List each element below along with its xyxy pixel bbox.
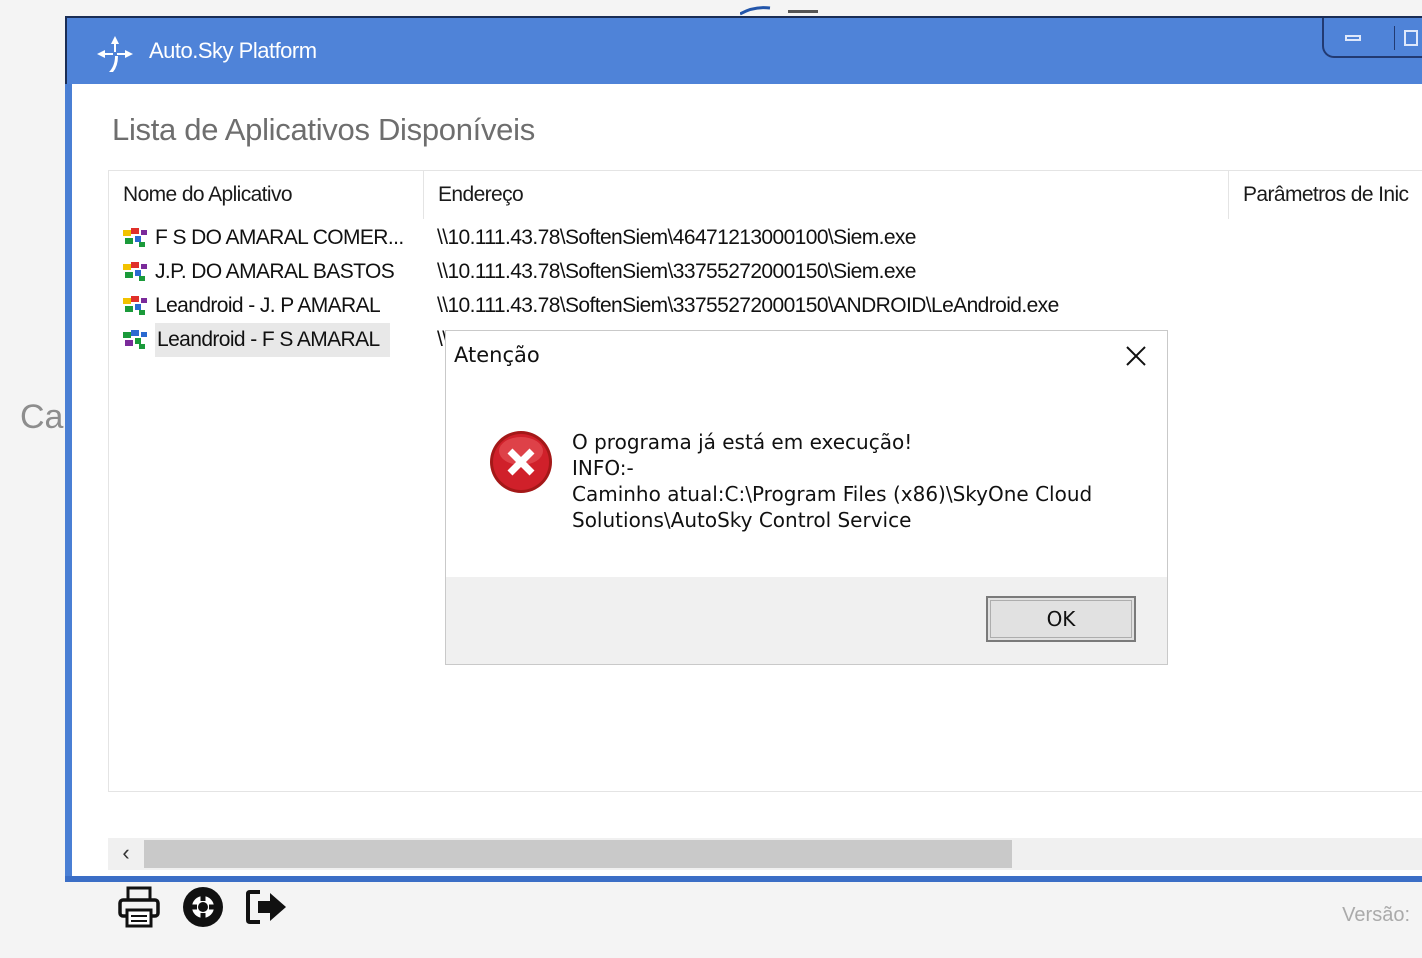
list-item-address: \\10.111.43.78\SoftenSiem\33755272000150… [437,294,1059,317]
dialog-message-line: Solutions\AutoSky Control Service [572,508,912,532]
window-controls [1322,18,1422,58]
list-item-name: J.P. DO AMARAL BASTOS [155,260,395,283]
horizontal-scrollbar[interactable]: ‹ [108,838,1422,870]
sign-out-icon[interactable] [244,884,290,930]
window-left-border [65,84,72,882]
app-logo-icon [97,36,133,72]
printer-icon[interactable] [116,884,162,930]
gear-icon[interactable] [180,884,226,930]
version-label: Versão: [1342,904,1410,926]
app-item-icon [123,262,147,281]
dialog-message-line: O programa já está em execução! [572,430,913,454]
list-item-name: Leandroid - J. P AMARAL [155,294,381,317]
window-bottom-border [65,876,1422,882]
list-item-name: F S DO AMARAL COMER... [155,226,404,249]
background-logo-fragment [740,6,818,16]
list-item-name: Leandroid - F S AMARAL [155,323,390,357]
minimize-icon[interactable] [1338,26,1368,50]
dialog-message-line: INFO:- [572,456,634,480]
ok-button[interactable]: OK [986,596,1136,642]
error-dialog: Atenção O programa já está em execução! … [445,330,1168,665]
scroll-left-arrow-icon[interactable]: ‹ [112,838,140,870]
column-header-name[interactable]: Nome do Aplicativo [109,171,424,219]
dialog-title: Atenção [454,343,540,367]
title-bar[interactable]: Auto.Sky Platform [65,16,1422,84]
app-item-icon [123,296,147,315]
background-partial-text: Ca [20,398,64,436]
error-icon [490,431,552,493]
page-title: Lista de Aplicativos Disponíveis [112,112,535,147]
column-header-parameters[interactable]: Parâmetros de Inic [1229,171,1422,219]
dialog-footer: OK [446,577,1167,664]
app-item-icon [123,228,147,247]
list-item-address: \\10.111.43.78\SoftenSiem\46471213000100… [437,226,916,249]
app-item-icon [123,330,147,349]
scrollbar-thumb[interactable] [144,840,1012,868]
window-title: Auto.Sky Platform [149,38,317,63]
dialog-message-line: Caminho atual:C:\Program Files (x86)\Sky… [572,482,1093,506]
close-icon[interactable] [1121,341,1151,371]
list-item-address: \\10.111.43.78\SoftenSiem\33755272000150… [437,260,916,283]
column-header-address[interactable]: Endereço [424,171,1229,219]
dialog-message: O programa já está em execução! INFO:- C… [572,429,1092,533]
maximize-icon[interactable] [1394,26,1422,50]
